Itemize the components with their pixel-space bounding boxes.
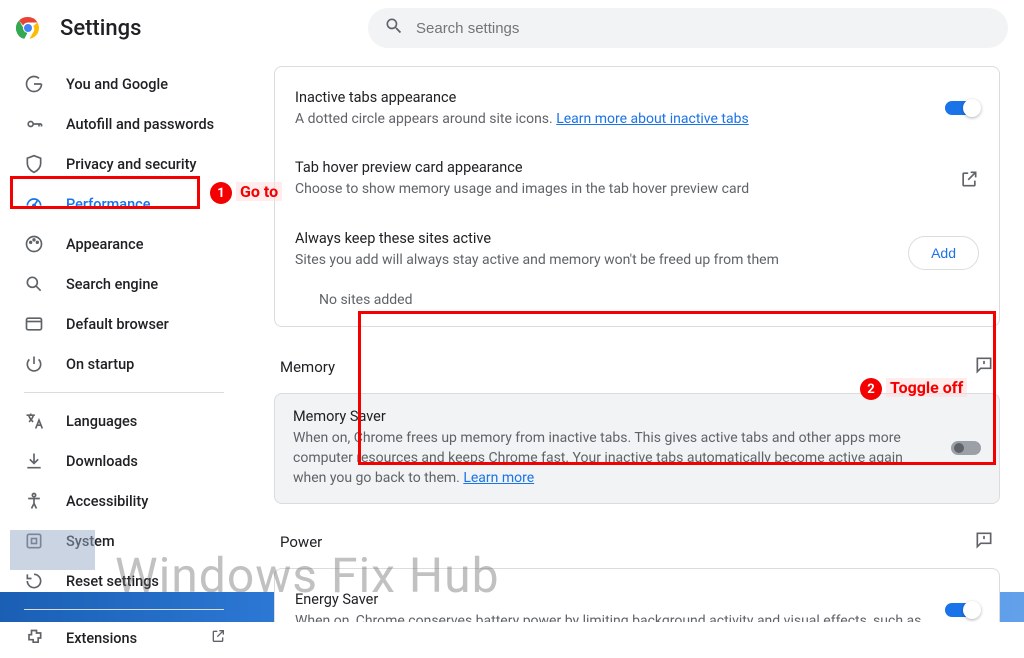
- sidebar-item-label: Appearance: [66, 236, 143, 253]
- setting-title: Energy Saver: [295, 591, 925, 608]
- palette-icon: [24, 234, 44, 254]
- shield-icon: [24, 154, 44, 174]
- setting-desc: When on, Chrome frees up memory from ina…: [293, 428, 931, 489]
- inactive-tabs-toggle[interactable]: [945, 101, 979, 115]
- hover-preview-row[interactable]: Tab hover preview card appearance Choose…: [295, 155, 979, 203]
- sidebar-item-label: Privacy and security: [66, 156, 197, 173]
- accessibility-icon: [24, 491, 44, 511]
- learn-more-inactive-tabs-link[interactable]: Learn more about inactive tabs: [556, 111, 748, 127]
- sidebar-item-you-and-google[interactable]: You and Google: [0, 64, 250, 104]
- no-sites-text: No sites added: [295, 274, 979, 308]
- translate-icon: [24, 411, 44, 431]
- add-site-button[interactable]: Add: [908, 236, 979, 270]
- sidebar-item-languages[interactable]: Languages: [0, 401, 250, 441]
- power-section-header: Power: [274, 522, 1000, 568]
- setting-title: Memory Saver: [293, 408, 931, 425]
- sidebar-divider: [24, 392, 224, 393]
- search-settings[interactable]: [368, 8, 1008, 48]
- memory-saver-toggle[interactable]: [951, 441, 981, 455]
- sidebar-item-default-browser[interactable]: Default browser: [0, 304, 250, 344]
- system-icon: [24, 531, 44, 551]
- sidebar-item-label: System: [66, 533, 115, 550]
- sidebar-item-system[interactable]: System: [0, 521, 250, 561]
- learn-more-memory-link[interactable]: Learn more: [463, 470, 534, 486]
- sidebar-item-appearance[interactable]: Appearance: [0, 224, 250, 264]
- section-title: Power: [280, 533, 322, 551]
- memory-saver-card: Memory Saver When on, Chrome frees up me…: [274, 393, 1000, 504]
- sidebar-item-label: Performance: [66, 196, 151, 213]
- search-icon: [24, 274, 44, 294]
- keep-sites-active-row: Always keep these sites active Sites you…: [295, 226, 979, 274]
- sidebar-divider: [24, 609, 224, 610]
- sidebar-item-on-startup[interactable]: On startup: [0, 344, 250, 384]
- energy-saver-toggle[interactable]: [945, 603, 979, 617]
- content-area: Inactive tabs appearance A dotted circle…: [250, 56, 1024, 622]
- search-input[interactable]: [416, 20, 992, 37]
- sidebar: You and Google Autofill and passwords Pr…: [0, 56, 250, 622]
- sidebar-item-extensions[interactable]: Extensions: [0, 618, 250, 658]
- external-link-icon[interactable]: [959, 169, 979, 193]
- google-g-icon: [24, 74, 44, 94]
- setting-desc: When on, Chrome conserves battery power …: [295, 611, 925, 622]
- feedback-icon[interactable]: [974, 355, 994, 379]
- power-icon: [24, 354, 44, 374]
- energy-saver-card: Energy Saver When on, Chrome conserves b…: [274, 568, 1000, 622]
- sidebar-item-label: You and Google: [66, 76, 168, 93]
- setting-desc: Sites you add will always stay active an…: [295, 250, 888, 270]
- feedback-icon[interactable]: [974, 530, 994, 554]
- page-title: Settings: [60, 16, 141, 41]
- annotation-step-badge: 1: [210, 182, 232, 204]
- sidebar-item-label: Autofill and passwords: [66, 116, 214, 133]
- setting-title: Inactive tabs appearance: [295, 89, 925, 106]
- annotation-step-text: Toggle off: [886, 378, 967, 397]
- reset-icon: [24, 571, 44, 591]
- sidebar-item-label: Downloads: [66, 453, 138, 470]
- sidebar-item-search-engine[interactable]: Search engine: [0, 264, 250, 304]
- annotation-step-text: Go to: [236, 182, 282, 201]
- key-icon: [24, 114, 44, 134]
- sidebar-item-label: Default browser: [66, 316, 169, 333]
- sidebar-item-accessibility[interactable]: Accessibility: [0, 481, 250, 521]
- sidebar-item-privacy[interactable]: Privacy and security: [0, 144, 250, 184]
- energy-saver-row: Energy Saver When on, Chrome conserves b…: [295, 587, 979, 622]
- chrome-logo-icon: [16, 16, 40, 40]
- inactive-tabs-row: Inactive tabs appearance A dotted circle…: [295, 85, 979, 133]
- sidebar-item-label: Languages: [66, 413, 137, 430]
- external-link-icon: [210, 628, 226, 648]
- sidebar-item-autofill[interactable]: Autofill and passwords: [0, 104, 250, 144]
- sidebar-item-label: On startup: [66, 356, 134, 373]
- search-icon: [384, 16, 404, 40]
- setting-title: Always keep these sites active: [295, 230, 888, 247]
- download-icon: [24, 451, 44, 471]
- sidebar-item-downloads[interactable]: Downloads: [0, 441, 250, 481]
- sidebar-item-label: Reset settings: [66, 573, 159, 590]
- sidebar-item-reset[interactable]: Reset settings: [0, 561, 250, 601]
- browser-icon: [24, 314, 44, 334]
- section-title: Memory: [280, 358, 335, 376]
- setting-desc: A dotted circle appears around site icon…: [295, 109, 925, 129]
- extensions-icon: [24, 628, 44, 648]
- sidebar-item-label: Accessibility: [66, 493, 148, 510]
- setting-desc: Choose to show memory usage and images i…: [295, 179, 939, 199]
- setting-title: Tab hover preview card appearance: [295, 159, 939, 176]
- sidebar-item-label: Extensions: [66, 630, 137, 647]
- speedometer-icon: [24, 194, 44, 214]
- performance-settings-card: Inactive tabs appearance A dotted circle…: [274, 66, 1000, 327]
- header: Settings: [0, 0, 1024, 56]
- sidebar-item-label: Search engine: [66, 276, 158, 293]
- annotation-step-badge: 2: [860, 378, 882, 400]
